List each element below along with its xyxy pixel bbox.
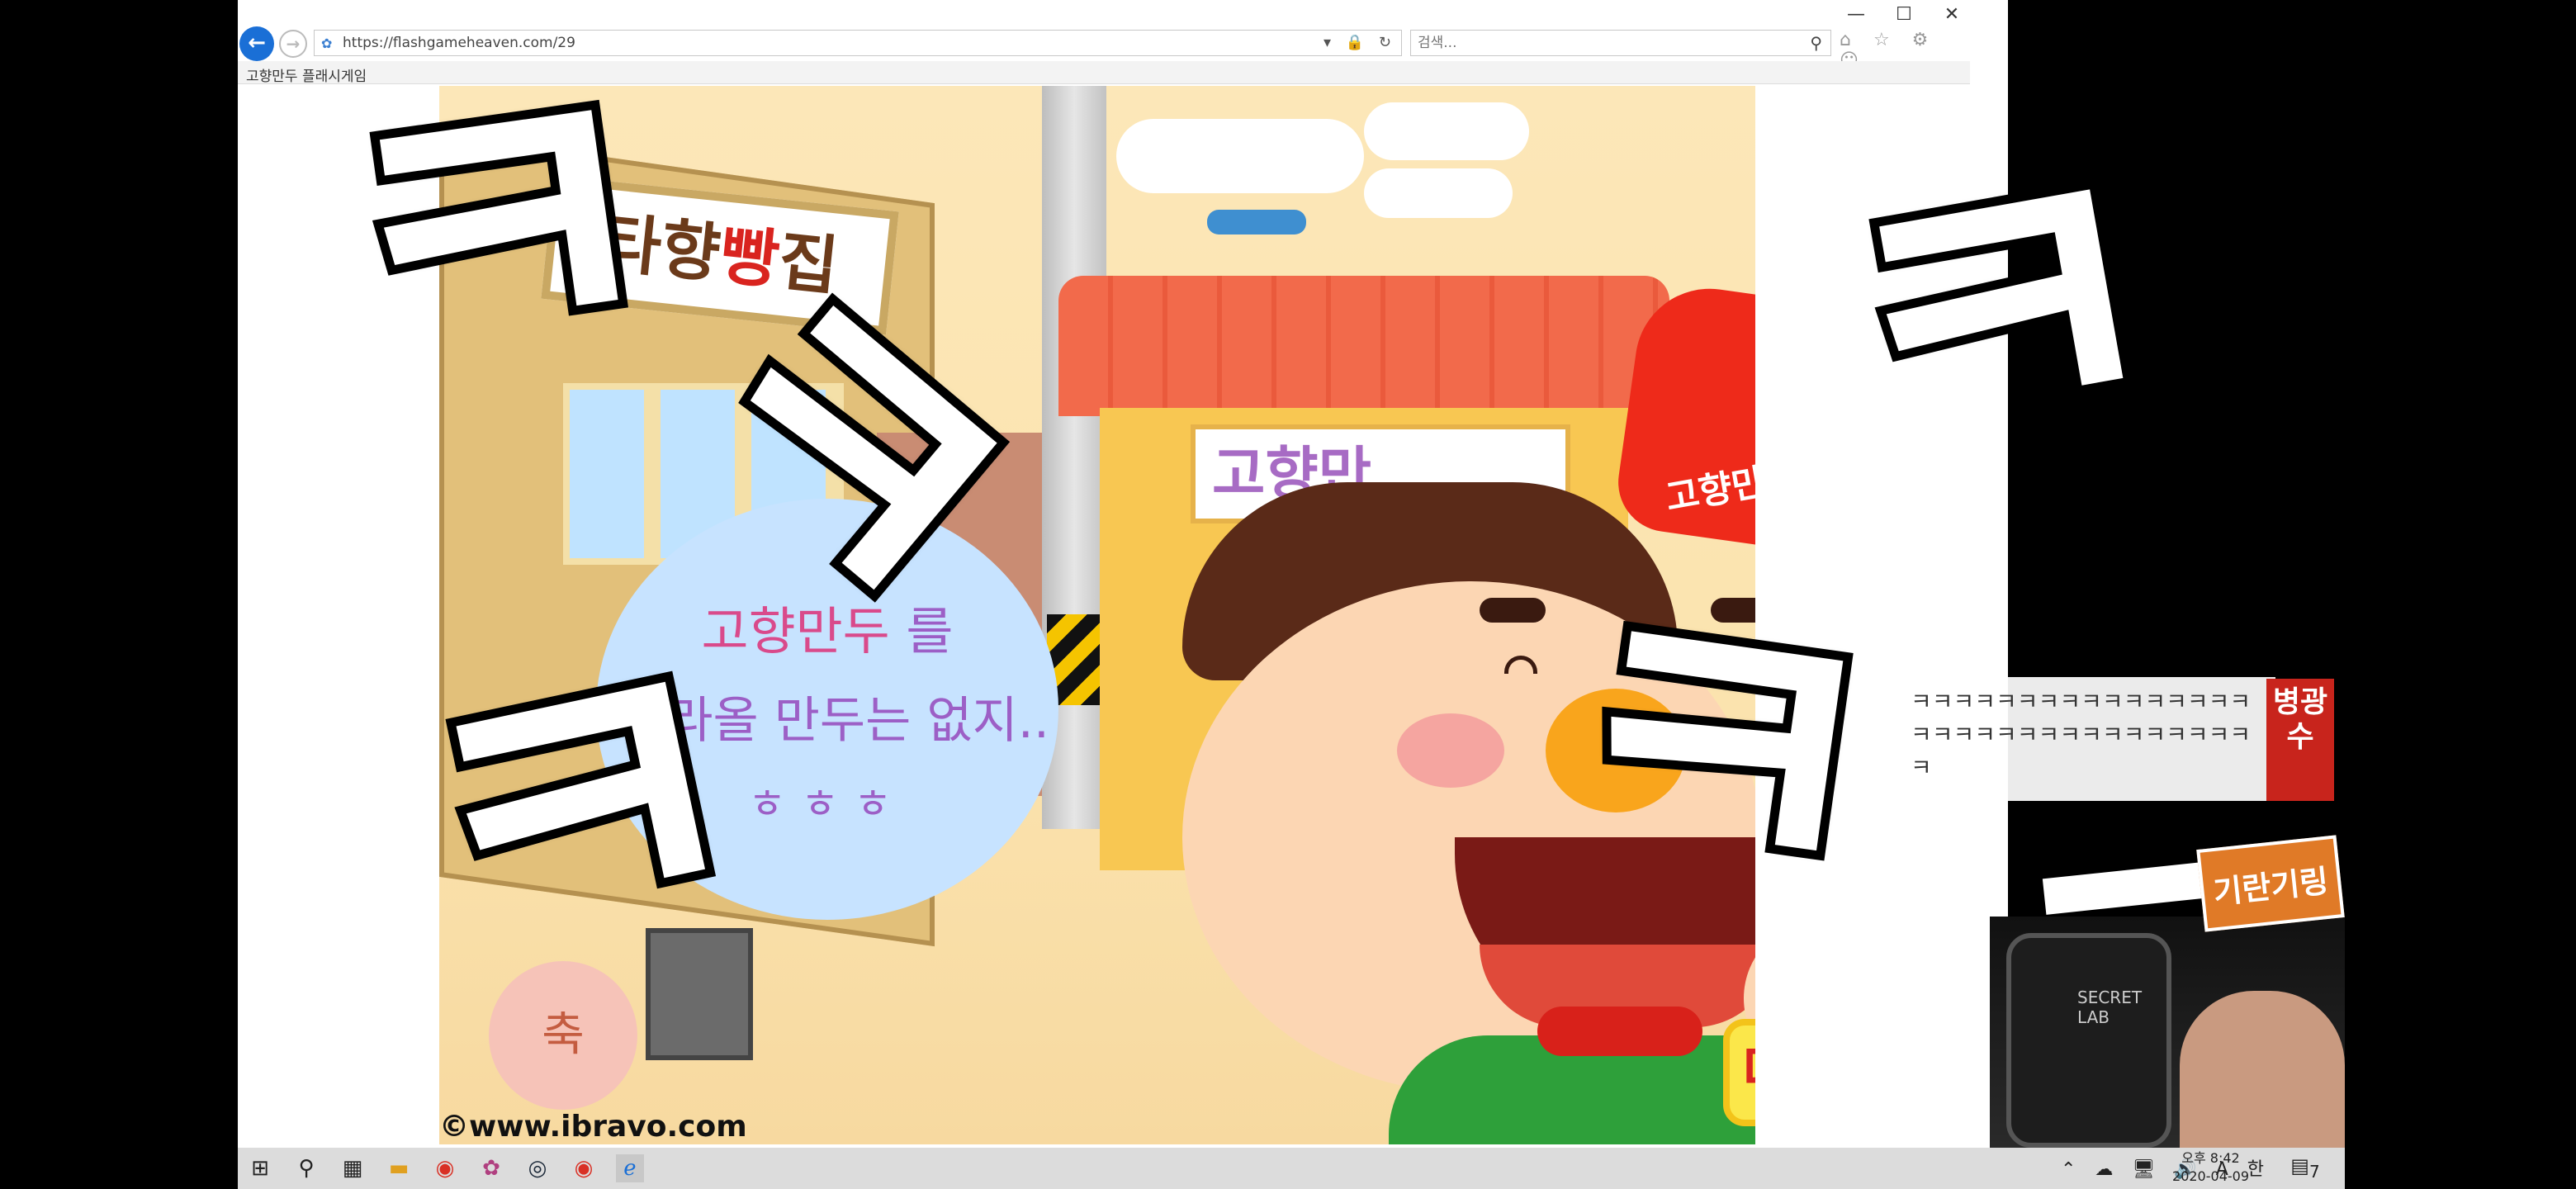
kk-overlay: ㅋ [293,0,701,473]
start-windows-icon[interactable]: ⊞ [246,1154,274,1182]
retry-button[interactable]: 다시도전 [1723,1019,1755,1126]
chair-logo: SECRET LAB [2077,988,2143,1027]
chat-message: ㅋㅋㅋㅋㅋㅋㅋㅋㅋㅋㅋㅋㅋㅋㅋㅋㅋㅋㅋㅋㅋㅋㅋㅋㅋㅋㅋㅋㅋㅋㅋㅋㅋ [1899,677,2275,801]
taskbar: ⊞ ⚲ ▦ ▬ ◉ ✿ ◎ ◉ ℯ ⌃ ☁ 🖥 🔊 A 한 오후 8:42 20… [238,1148,2345,1189]
shop-roof [1058,276,1669,416]
search-icon[interactable]: ⚲ [292,1154,320,1182]
webcam-feed: SECRET LAB [1990,917,2345,1148]
character-bow [1537,1007,1702,1056]
clock-date: 2020-04-09 [2172,1168,2249,1184]
chrome-icon[interactable]: ◉ [431,1154,459,1182]
address-tools-icons[interactable]: ▾ 🔒 ↻ [1324,34,1396,51]
clock[interactable]: 오후 8:42 2020-04-09 [2172,1149,2249,1186]
kk-overlay: ㅋ [1515,509,1923,992]
internet-explorer-icon[interactable]: ℯ [616,1154,644,1182]
cloud [1364,102,1529,160]
cloud [1364,168,1513,218]
character-cheek [1397,713,1504,788]
kk-overlay: ㅋ [1790,68,2211,561]
clock-time: 오후 8:42 [2181,1150,2240,1166]
search-box[interactable]: ⚲ [1410,30,1831,56]
steam-icon[interactable]: ◎ [523,1154,552,1182]
cloud [1116,119,1364,193]
chrome-icon[interactable]: ◉ [570,1154,598,1182]
task-view-icon[interactable]: ▦ [339,1154,367,1182]
copyright-text: ©www.ibravo.com [439,1110,747,1144]
streamer [2180,991,2345,1148]
chat-username: 병광수 [2266,679,2334,801]
gaming-chair: SECRET LAB [2006,933,2171,1148]
file-explorer-icon[interactable]: ▬ [385,1154,413,1182]
character-eyebrow [1480,598,1546,623]
sticker-label: 기란기링 [2196,835,2345,932]
search-icon[interactable]: ⚲ [1810,33,1822,53]
notification-icon[interactable]: ▤7 [2290,1154,2320,1182]
chimney [1207,210,1306,234]
search-input[interactable] [1418,34,1781,52]
app-icon[interactable]: ✿ [477,1154,505,1182]
back-button[interactable]: ← [239,26,274,61]
notification-count: 7 [2308,1161,2320,1182]
